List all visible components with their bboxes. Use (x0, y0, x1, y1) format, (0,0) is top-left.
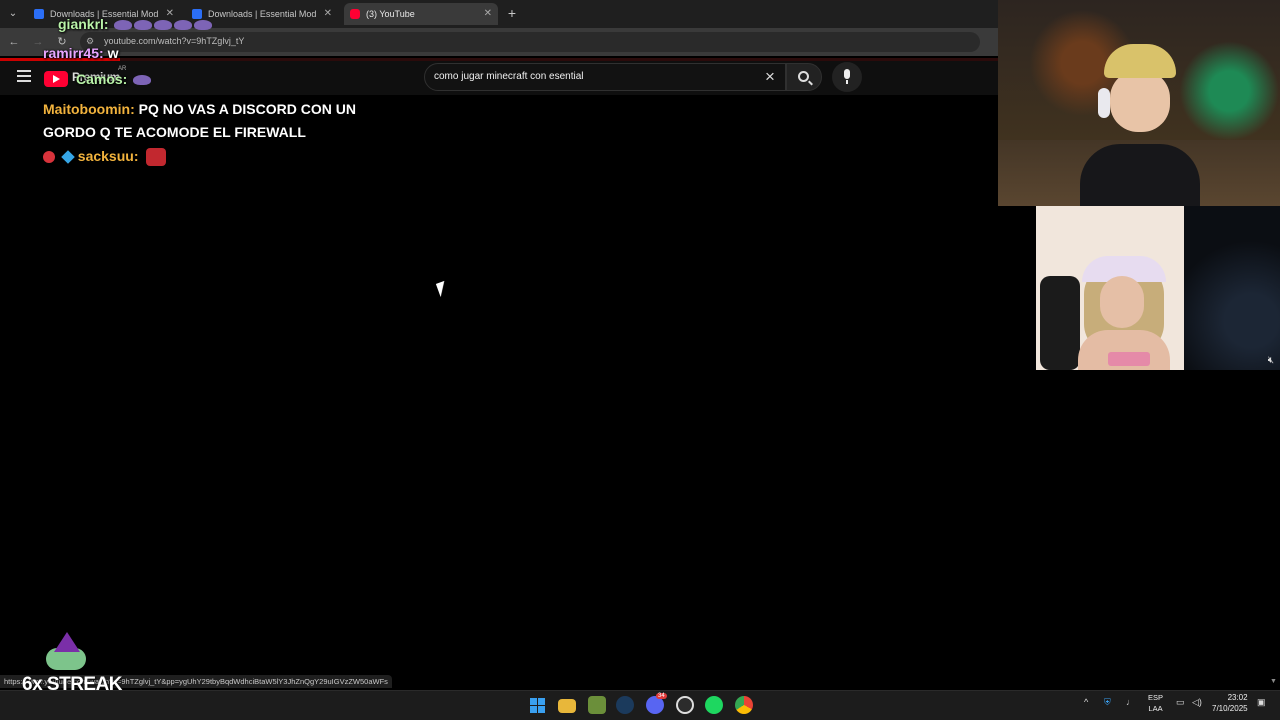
chat-line: ramirr45: w (43, 45, 118, 61)
file-explorer-icon[interactable] (558, 699, 576, 713)
youtube-logo-icon[interactable] (44, 71, 68, 87)
emote-icon (146, 148, 167, 167)
url-text[interactable]: youtube.com/watch?v=9hTZglvj_tY (104, 36, 244, 46)
youtube-favicon-icon (350, 9, 360, 19)
streamer-webcam (998, 0, 1280, 206)
microphone-tray-icon[interactable]: ♩ (1126, 697, 1135, 707)
emote-icon (134, 20, 153, 31)
emote-icon (174, 20, 193, 31)
steam-icon[interactable] (616, 696, 634, 714)
clock-time: 23:02 (1227, 693, 1248, 702)
microphone-icon (844, 69, 850, 79)
taskbar-clock[interactable]: 23:02 7/10/2025 (1212, 692, 1248, 714)
language-indicator[interactable]: ESP LAA (1148, 692, 1163, 714)
notifications-icon[interactable]: ▣ (1257, 697, 1266, 708)
start-button-icon[interactable] (530, 698, 545, 713)
streak-mascot-icon (44, 632, 88, 672)
emote-icon (154, 20, 173, 31)
chat-message: w (107, 45, 119, 61)
streamer-figure (1080, 44, 1200, 206)
chat-username: ramirr45: (43, 45, 104, 61)
tab-close-icon[interactable]: ✕ (324, 3, 332, 25)
emote-icon (114, 20, 133, 31)
spotify-icon[interactable] (705, 696, 723, 714)
clear-search-icon[interactable]: × (762, 66, 778, 88)
badge-icon (61, 150, 75, 165)
minecraft-icon[interactable] (588, 696, 606, 714)
guest-figure (1068, 246, 1178, 370)
discord-badge: 34 (656, 693, 667, 699)
chat-line: giankrl: (58, 16, 213, 32)
chat-line: Camos: (76, 71, 152, 87)
tab-close-icon[interactable]: ✕ (484, 3, 492, 25)
chat-username: sacksuu: (77, 148, 139, 164)
language-code: ESP (1148, 693, 1164, 702)
emote-icon (133, 75, 152, 86)
guest-webcam: 🔇︎ (1036, 206, 1280, 370)
new-tab-button[interactable]: + (504, 3, 520, 23)
search-icon (798, 71, 809, 82)
chat-username: giankrl: (58, 16, 109, 32)
windows-taskbar: 34 ^ ⛨ ♩ ▭ ◁) ▣ (0, 690, 1280, 720)
network-icon[interactable]: ▭ (1176, 697, 1185, 708)
tab-title: (3) YouTube (366, 9, 415, 19)
tab-title: Downloads | Essential Mod (208, 9, 317, 19)
obs-icon[interactable] (676, 696, 694, 714)
emote-icon (194, 20, 213, 31)
clock-date: 7/10/2025 (1212, 704, 1248, 713)
chat-message-block: Maitoboomin: PQ NO VAS A DISCORD CON UN … (43, 98, 373, 144)
volume-icon[interactable]: ◁) (1192, 697, 1202, 708)
search-button[interactable] (786, 63, 822, 91)
chat-line: sacksuu: (43, 148, 167, 167)
muted-icon: 🔇︎ (1267, 355, 1274, 366)
menu-icon[interactable] (17, 70, 31, 82)
defender-icon[interactable]: ⛨ (1104, 697, 1111, 708)
back-arrow-icon[interactable]: ← (6, 34, 22, 50)
chat-username: Maitoboomin: (43, 101, 135, 117)
badge-icon (43, 151, 55, 164)
chrome-icon[interactable] (735, 696, 753, 714)
tab-search-icon[interactable]: ⌄ (4, 5, 22, 23)
search-query[interactable]: como jugar minecraft con esential (434, 71, 584, 82)
tray-overflow-icon[interactable]: ^ (1084, 697, 1088, 707)
tab-youtube[interactable]: (3) YouTube ✕ (344, 3, 498, 25)
chat-username: Camos: (76, 71, 128, 87)
mouse-cursor-icon (435, 280, 450, 298)
essential-favicon-icon (34, 9, 44, 19)
scroll-down-icon[interactable]: ▼ (1270, 678, 1277, 685)
voice-search-button[interactable] (832, 62, 862, 92)
keyboard-layout: LAA (1148, 704, 1163, 713)
